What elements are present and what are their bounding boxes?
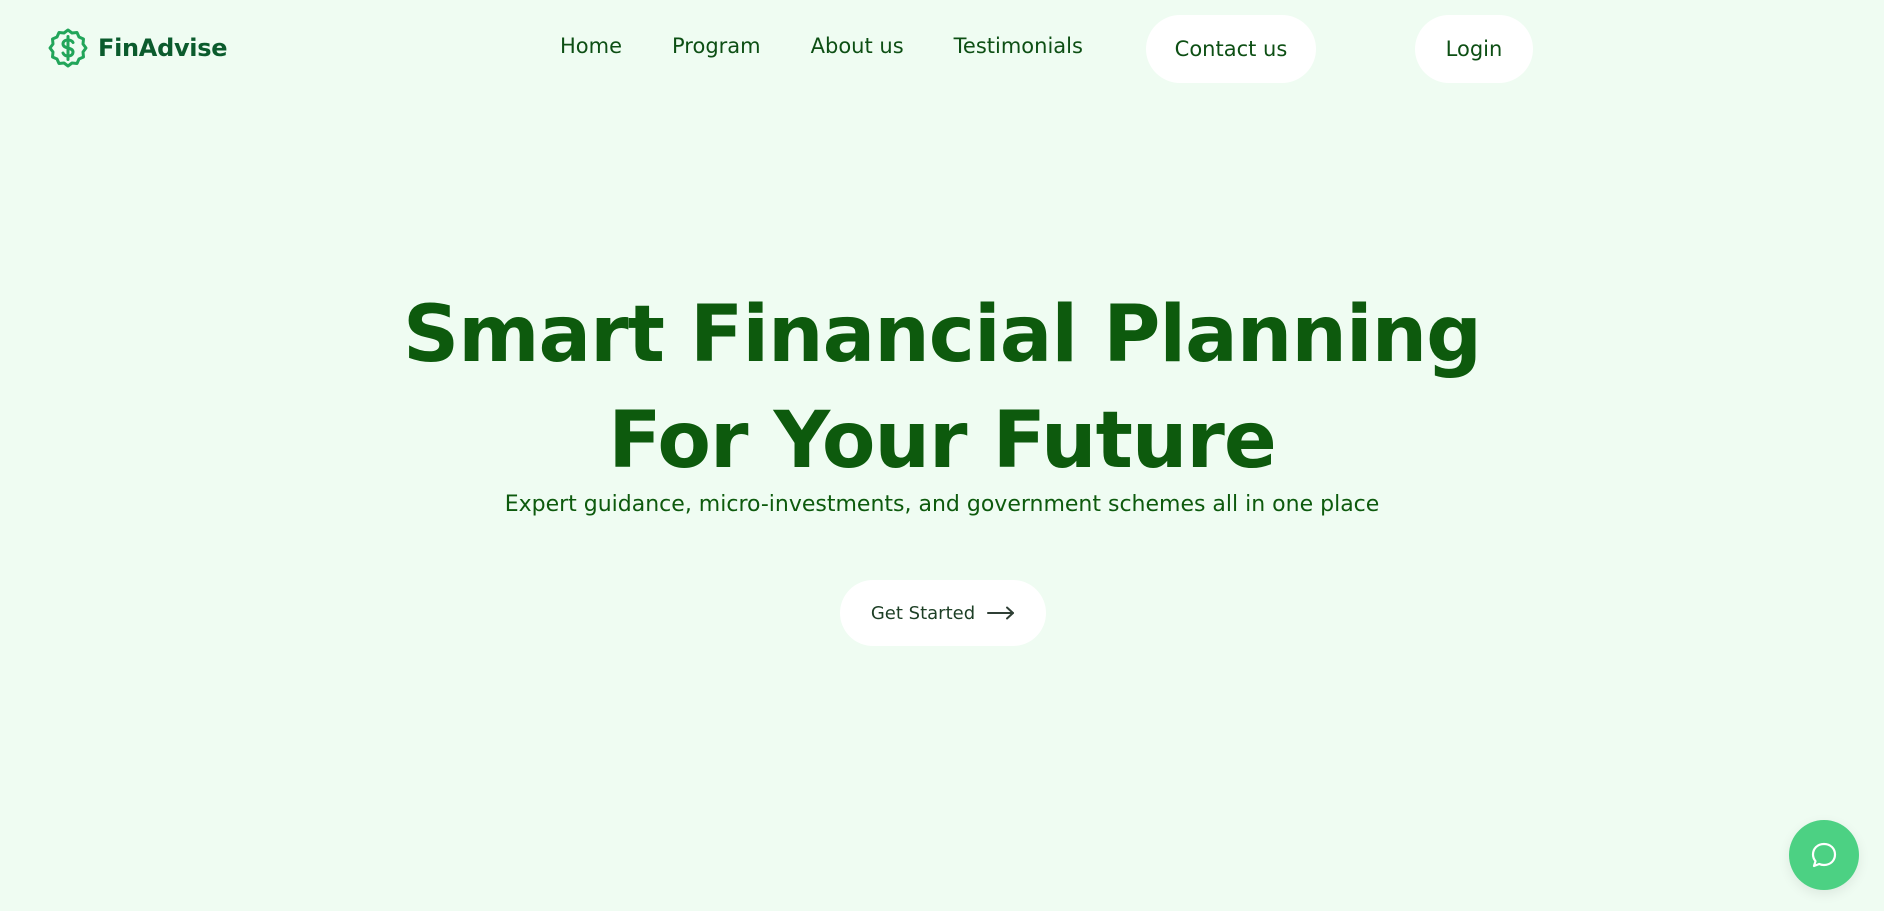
chat-button[interactable] bbox=[1789, 820, 1859, 890]
contact-us-button[interactable]: Contact us bbox=[1146, 15, 1316, 83]
nav-testimonials[interactable]: Testimonials bbox=[954, 32, 1083, 60]
hero-title-line-2: For Your Future bbox=[608, 396, 1276, 486]
hero-title-line-1: Smart Financial Planning bbox=[403, 290, 1482, 380]
brand-name: FinAdvise bbox=[98, 34, 228, 62]
nav-about-us[interactable]: About us bbox=[811, 32, 904, 60]
login-button[interactable]: Login bbox=[1415, 15, 1533, 83]
get-started-label: Get Started bbox=[870, 602, 976, 624]
hero-title: Smart Financial Planning For Your Future bbox=[0, 282, 1884, 494]
landing-page: FinAdvise Home Program About us Testimon… bbox=[0, 0, 1884, 911]
main-nav: Home Program About us Testimonials bbox=[560, 32, 1133, 60]
get-started-button[interactable]: Get Started bbox=[840, 580, 1046, 646]
dollar-badge-icon bbox=[48, 28, 88, 68]
nav-home[interactable]: Home bbox=[560, 32, 622, 60]
arrow-right-icon bbox=[987, 606, 1015, 620]
nav-program[interactable]: Program bbox=[672, 32, 761, 60]
hero-subtitle: Expert guidance, micro-investments, and … bbox=[504, 492, 1380, 517]
chat-bubble-icon bbox=[1811, 842, 1837, 868]
brand-logo-link[interactable]: FinAdvise bbox=[48, 28, 228, 68]
